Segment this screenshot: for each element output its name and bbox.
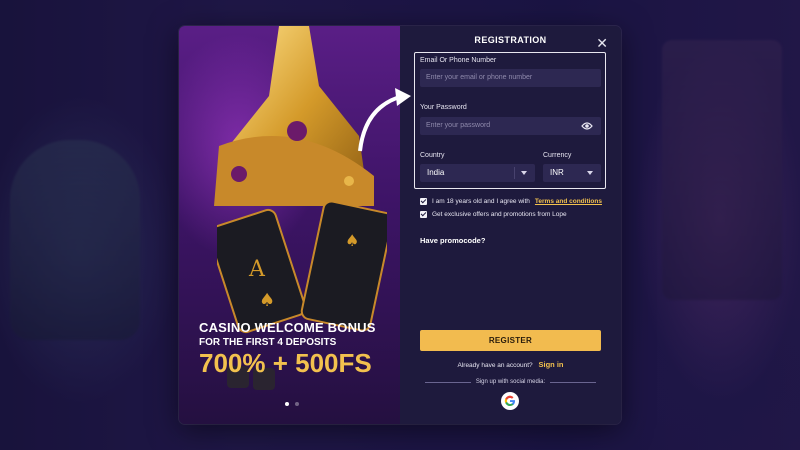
carousel-dot-2[interactable]	[295, 402, 299, 406]
account-prompt-text: Already have an account?	[457, 362, 533, 369]
country-select[interactable]: India	[420, 164, 535, 182]
password-placeholder: Enter your password	[426, 122, 491, 129]
terms-text: I am 18 years old and I agree with	[432, 198, 530, 205]
promo-subtitle: FOR THE FIRST 4 DEPOSITS	[199, 337, 337, 348]
signin-link[interactable]: Sign in	[538, 360, 563, 369]
promo-title: CASINO WELCOME BONUS	[199, 320, 376, 335]
password-label: Your Password	[420, 104, 467, 111]
promo-amount: 700% + 500FS	[199, 348, 372, 378]
email-field[interactable]: Enter your email or phone number	[420, 69, 601, 87]
social-divider: Sign up with social media:	[425, 379, 596, 385]
carousel-dot-1[interactable]	[285, 402, 289, 406]
svg-text:♠: ♠	[259, 290, 275, 311]
registration-modal: A ♠ ♠ CASINO WELCOME BONUS FOR THE FIRST…	[179, 26, 621, 424]
currency-label: Currency	[543, 152, 572, 159]
terms-link[interactable]: Terms and conditions	[535, 198, 602, 205]
svg-text:♠: ♠	[345, 231, 359, 250]
offers-row[interactable]: Get exclusive offers and promotions from…	[420, 211, 567, 218]
promocode-toggle[interactable]: Have promocode?	[420, 236, 485, 245]
select-divider	[514, 167, 515, 179]
country-value: India	[427, 168, 445, 177]
terms-row[interactable]: I am 18 years old and I agree with Terms…	[420, 198, 602, 205]
divider-line	[425, 381, 471, 383]
close-icon[interactable]: ✕	[596, 36, 608, 50]
registration-form: REGISTRATION ✕ Email Or Phone Number Ent…	[358, 26, 621, 424]
currency-select[interactable]: INR	[543, 164, 601, 182]
pointer-arrow	[358, 88, 411, 152]
google-icon	[504, 395, 515, 407]
chevron-down-icon	[521, 171, 527, 175]
svg-text:A: A	[248, 257, 266, 282]
social-label: Sign up with social media:	[475, 379, 546, 385]
registration-title: REGISTRATION	[474, 35, 547, 45]
offers-checkbox[interactable]	[420, 211, 427, 218]
country-label: Country	[420, 152, 445, 159]
crown-image	[214, 26, 374, 206]
chevron-down-icon	[587, 171, 593, 175]
offers-text: Get exclusive offers and promotions from…	[432, 211, 567, 218]
terms-checkbox[interactable]	[420, 198, 427, 205]
google-signup-button[interactable]	[501, 392, 519, 410]
currency-value: INR	[550, 168, 564, 177]
email-label: Email Or Phone Number	[420, 57, 497, 64]
password-field[interactable]: Enter your password	[420, 117, 601, 135]
carousel-dots	[285, 402, 299, 406]
divider-line	[550, 381, 596, 383]
eye-icon[interactable]	[581, 121, 593, 131]
signin-prompt: Already have an account? Sign in	[400, 360, 621, 369]
register-button[interactable]: REGISTER	[420, 330, 601, 351]
